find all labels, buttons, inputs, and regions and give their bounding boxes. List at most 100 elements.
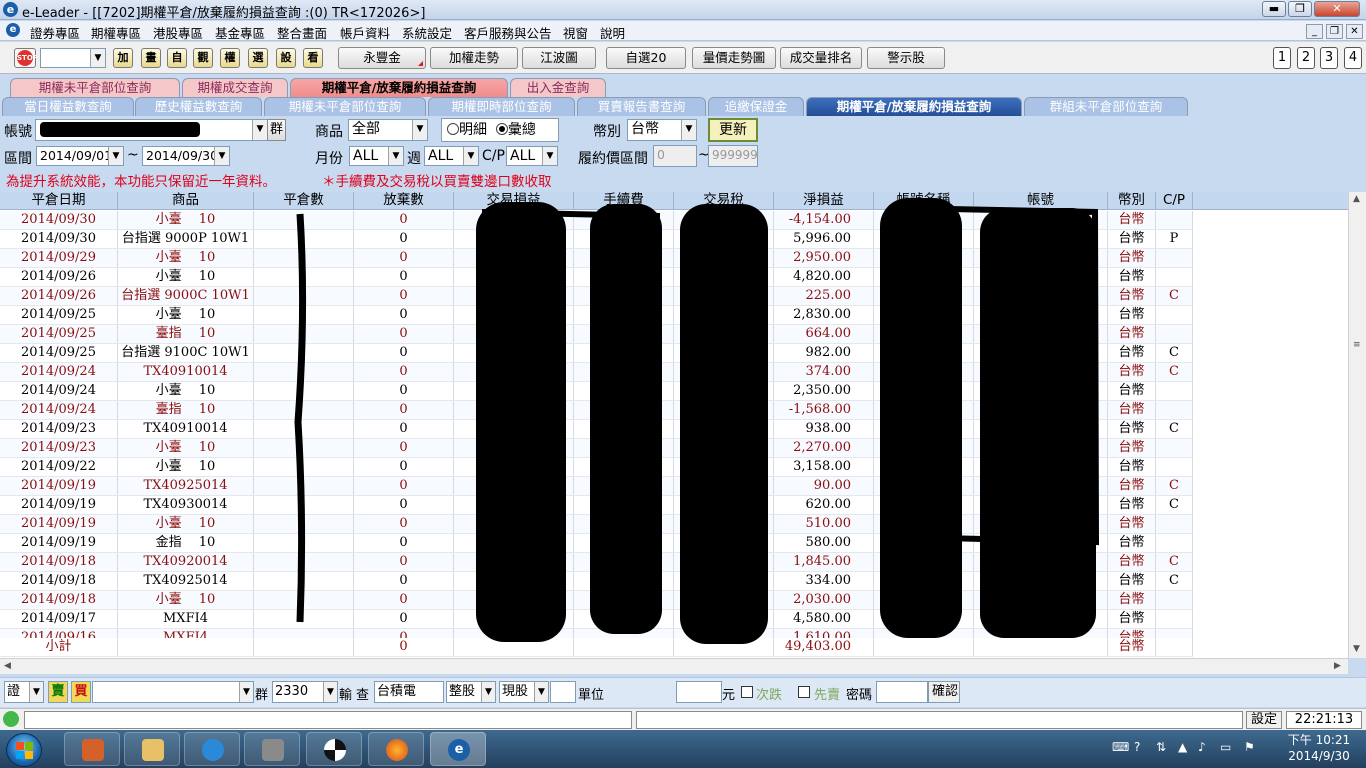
week-combo[interactable]: ALL ▼ bbox=[424, 146, 479, 166]
toolbar-icon-draw[interactable]: 畫 bbox=[141, 48, 161, 68]
settings-button[interactable]: 設定 bbox=[1246, 711, 1282, 729]
scroll-right-icon[interactable]: ▶ bbox=[1334, 661, 1341, 671]
stock-code-combo[interactable]: 2330 ▼ bbox=[272, 681, 338, 703]
menu-hk-stocks[interactable]: 港股專區 bbox=[153, 23, 203, 42]
help-icon[interactable]: ? bbox=[1134, 740, 1140, 754]
scroll-up-icon[interactable]: ▲ bbox=[1353, 194, 1360, 204]
detail-radio-label[interactable]: 明細 bbox=[459, 122, 487, 138]
input-label[interactable]: 輸 bbox=[339, 684, 352, 703]
taskbar-firefox[interactable] bbox=[368, 732, 424, 766]
confirm-button[interactable]: 確認 bbox=[928, 681, 960, 703]
toolbar-icon-custom[interactable]: 自 bbox=[167, 48, 187, 68]
tab-group-open-positions[interactable]: 群組未平倉部位查詢 bbox=[1024, 97, 1188, 116]
close-button[interactable]: ✕ bbox=[1314, 1, 1360, 17]
menu-logo-icon[interactable]: e bbox=[6, 23, 20, 37]
tab-realtime-positions[interactable]: 期權即時部位查詢 bbox=[428, 97, 575, 116]
first-sell-checkbox[interactable] bbox=[798, 686, 810, 698]
tab-deposits[interactable]: 出入金查詢 bbox=[510, 78, 606, 97]
layout-3-button[interactable]: 3 bbox=[1320, 47, 1338, 69]
menu-settings[interactable]: 系統設定 bbox=[402, 23, 452, 42]
strike-from-input[interactable]: 0 bbox=[653, 145, 697, 167]
tab-trade-report[interactable]: 買賣報告書查詢 bbox=[577, 97, 706, 116]
price-volume-chart-button[interactable]: 量價走勢圖 bbox=[692, 47, 776, 69]
account-combo[interactable]: ▼ bbox=[35, 119, 268, 141]
product-combo[interactable]: 全部 ▼ bbox=[348, 119, 428, 141]
volume-icon[interactable]: ♪ bbox=[1198, 740, 1206, 754]
cp-combo[interactable]: ALL ▼ bbox=[506, 146, 558, 166]
vertical-scrollbar[interactable]: ▲ ≡ ▼ bbox=[1348, 192, 1366, 658]
buy-side-button[interactable]: 賣 bbox=[48, 681, 68, 703]
menu-securities[interactable]: 證券專區 bbox=[30, 23, 80, 42]
menu-options[interactable]: 期權專區 bbox=[91, 23, 141, 42]
toolbar-icon-add[interactable]: 加 bbox=[113, 48, 133, 68]
detail-radio[interactable] bbox=[447, 123, 459, 135]
toolbar-icon-setting[interactable]: 設 bbox=[276, 48, 296, 68]
tray-expand-icon[interactable]: ▲ bbox=[1178, 740, 1187, 754]
scroll-left-icon[interactable]: ◀ bbox=[4, 661, 11, 671]
layout-2-button[interactable]: 2 bbox=[1297, 47, 1315, 69]
menu-customer-service[interactable]: 客戶服務與公告 bbox=[464, 23, 552, 42]
taskbar-app-5[interactable] bbox=[306, 732, 362, 766]
price-input[interactable] bbox=[676, 681, 722, 703]
tab-margin-call[interactable]: 追繳保證金 bbox=[708, 97, 804, 116]
network-icon[interactable]: ⇅ bbox=[1156, 740, 1166, 754]
mdi-restore-button[interactable]: ❐ bbox=[1326, 24, 1343, 39]
horizontal-scrollbar[interactable]: ◀ ▶ bbox=[0, 658, 1348, 674]
summary-radio-label[interactable]: 彙總 bbox=[508, 122, 536, 138]
quick-select-combo[interactable]: ▼ bbox=[40, 48, 106, 68]
tab-history-equity[interactable]: 歷史權益數查詢 bbox=[135, 97, 262, 116]
group-account-combo[interactable]: ▼ bbox=[92, 681, 254, 703]
menu-integrated[interactable]: 整合畫面 bbox=[277, 23, 327, 42]
volume-ranking-button[interactable]: 成交量排名 bbox=[780, 47, 862, 69]
tab-close-pl-2[interactable]: 期權平倉/放棄履約損益查詢 bbox=[806, 97, 1022, 116]
down-checkbox[interactable] bbox=[741, 686, 753, 698]
tab-open-positions-2[interactable]: 期權未平倉部位查詢 bbox=[264, 97, 426, 116]
summary-radio[interactable] bbox=[495, 123, 508, 135]
trade-type-combo[interactable]: 現股 ▼ bbox=[499, 681, 549, 703]
layout-1-button[interactable]: 1 bbox=[1273, 47, 1291, 69]
strike-to-input[interactable]: 999999 bbox=[708, 145, 758, 167]
menu-funds[interactable]: 基金專區 bbox=[215, 23, 265, 42]
toolbar-icon-watch[interactable]: 觀 bbox=[193, 48, 213, 68]
toolbar-icon-view[interactable]: 看 bbox=[303, 48, 323, 68]
restore-button[interactable]: ❐ bbox=[1288, 1, 1312, 17]
minimize-button[interactable]: ▬ bbox=[1262, 1, 1286, 17]
taskbar-app-4[interactable] bbox=[244, 732, 300, 766]
action-center-icon[interactable]: ⚑ bbox=[1244, 740, 1255, 754]
tab-trades[interactable]: 期權成交查詢 bbox=[182, 78, 288, 97]
menu-account[interactable]: 帳戶資料 bbox=[340, 23, 390, 42]
date-from-combo[interactable]: 2014/09/01 ▼ bbox=[36, 146, 124, 166]
taskbar-ie[interactable] bbox=[184, 732, 240, 766]
watchlist20-button[interactable]: 自選20 bbox=[606, 47, 686, 69]
date-to-combo[interactable]: 2014/09/30 ▼ bbox=[142, 146, 230, 166]
taskbar-clock[interactable]: 下午 10:21 2014/9/30 bbox=[1274, 732, 1364, 764]
tab-open-positions[interactable]: 期權未平倉部位查詢 bbox=[10, 78, 180, 97]
month-combo[interactable]: ALL ▼ bbox=[349, 146, 404, 166]
menu-help[interactable]: 說明 bbox=[600, 23, 625, 42]
currency-combo[interactable]: 台幣 ▼ bbox=[627, 119, 697, 141]
jiangbo-chart-button[interactable]: 江波圖 bbox=[522, 47, 596, 69]
layout-4-button[interactable]: 4 bbox=[1344, 47, 1362, 69]
tab-daily-equity[interactable]: 當日權益數查詢 bbox=[2, 97, 134, 116]
mdi-minimize-button[interactable]: _ bbox=[1306, 24, 1323, 39]
start-button[interactable] bbox=[6, 733, 42, 767]
sinopac-button[interactable]: 永豐金 bbox=[338, 47, 426, 69]
display-icon[interactable]: ▭ bbox=[1220, 740, 1231, 754]
query-label[interactable]: 查 bbox=[356, 684, 369, 703]
taskbar-app-1[interactable] bbox=[64, 732, 120, 766]
toolbar-icon-rights[interactable]: 權 bbox=[220, 48, 240, 68]
toolbar-icon-select[interactable]: 選 bbox=[248, 48, 268, 68]
scroll-down-icon[interactable]: ▼ bbox=[1353, 644, 1360, 654]
password-input[interactable] bbox=[876, 681, 928, 703]
tab-close-pl[interactable]: 期權平倉/放棄履約損益查詢 bbox=[290, 78, 508, 97]
sell-side-button[interactable]: 買 bbox=[71, 681, 91, 703]
lot-type-combo[interactable]: 整股 ▼ bbox=[446, 681, 496, 703]
alert-stocks-button[interactable]: 警示股 bbox=[867, 47, 945, 69]
refresh-button[interactable]: 更新 bbox=[708, 118, 758, 142]
taskbar-eleader[interactable]: e bbox=[430, 732, 486, 766]
weighted-trend-button[interactable]: 加權走勢 bbox=[430, 47, 518, 69]
group-button[interactable]: 群 bbox=[267, 119, 286, 141]
scroll-grip-icon[interactable]: ≡ bbox=[1353, 340, 1361, 350]
mdi-close-button[interactable]: ✕ bbox=[1346, 24, 1363, 39]
keyboard-icon[interactable]: ⌨ bbox=[1112, 740, 1129, 754]
